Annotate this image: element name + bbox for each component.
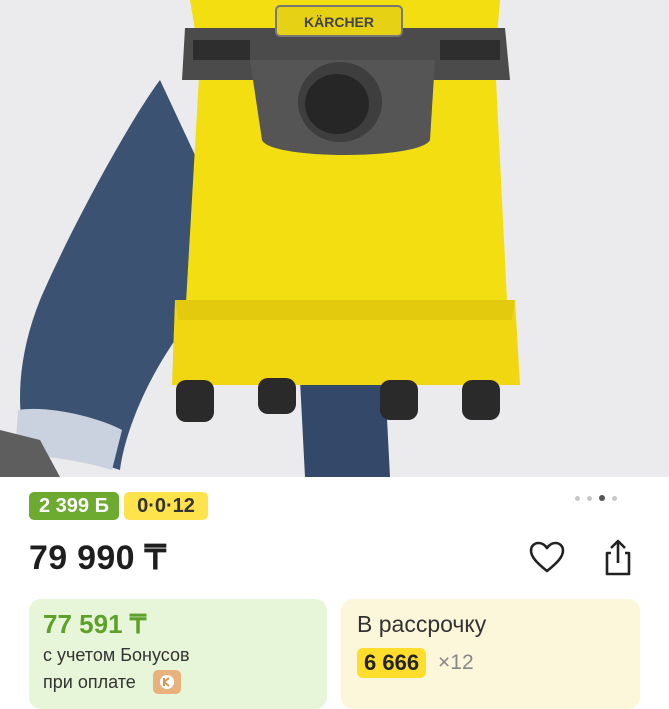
payment-logo-icon [153, 670, 181, 694]
bonus-description: с учетом Бонусов [43, 645, 190, 665]
bonus-badge: 2 399 Б [29, 492, 119, 520]
carousel-dot[interactable] [612, 495, 617, 501]
installment-badge: 0·0·12 [124, 492, 208, 520]
installment-card[interactable]: В рассрочку 6 666 ×12 [341, 599, 640, 709]
installment-title: В рассрочку [357, 611, 487, 637]
brand-logo-text: KÄRCHER [304, 14, 374, 30]
payment-note: при оплате [43, 672, 136, 692]
share-icon [605, 539, 631, 576]
vacuum-illustration: KÄRCHER [0, 0, 520, 477]
carousel-dot-active[interactable] [599, 495, 605, 501]
heart-icon [529, 541, 565, 573]
bonus-price: 77 591 ₸ [43, 609, 147, 639]
installment-amount: 6 666 [357, 648, 427, 678]
share-button[interactable] [598, 538, 638, 578]
product-image[interactable]: KÄRCHER [0, 0, 669, 477]
carousel-indicator [575, 495, 617, 501]
bonus-price-card[interactable]: 77 591 ₸ с учетом Бонусов при оплате [29, 599, 327, 709]
product-price: 79 990 ₸ [29, 539, 167, 577]
carousel-dot[interactable] [587, 495, 592, 501]
installment-months: ×12 [438, 651, 474, 674]
carousel-dot[interactable] [575, 495, 580, 501]
favorite-button[interactable] [527, 538, 567, 578]
